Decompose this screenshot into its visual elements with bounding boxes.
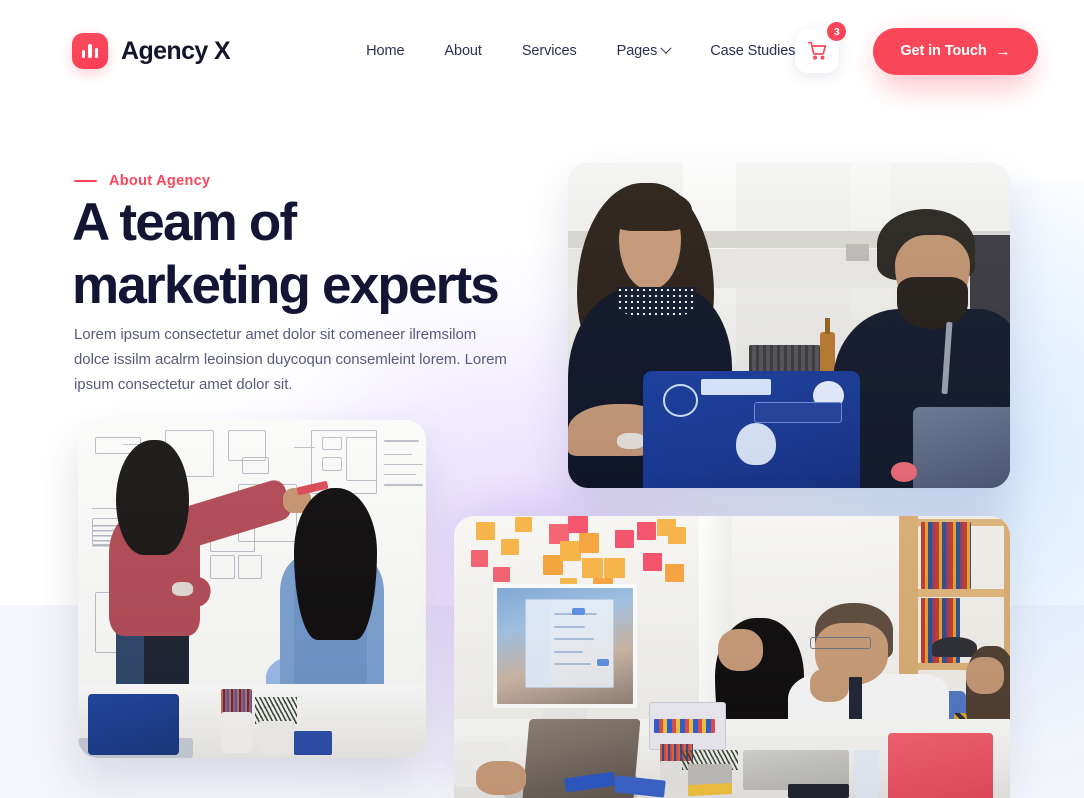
eyebrow-label: About Agency: [109, 173, 211, 189]
eyebrow-dash-icon: [74, 179, 97, 183]
photo-colleagues-at-desk: [568, 163, 1010, 488]
cart-badge-count: 3: [827, 22, 847, 41]
brand-logo[interactable]: Agency X: [63, 27, 231, 79]
nav-item-services[interactable]: Services: [522, 43, 577, 59]
photo-meeting-room: [454, 516, 1010, 798]
header-actions: 3 Get in Touch →: [795, 22, 1038, 89]
cart-button[interactable]: 3: [795, 22, 847, 73]
arrow-right-icon: →: [995, 42, 1011, 60]
page-title: A team of marketing experts: [72, 196, 542, 312]
photo-whiteboard-session: [78, 420, 426, 758]
brand-name: Agency X: [121, 36, 231, 65]
nav-label: Home: [366, 43, 405, 59]
site-header: Agency X Home About Services Pages Case …: [0, 0, 1084, 102]
nav-label: Case Studies: [710, 43, 796, 59]
cta-wrapper: Get in Touch →: [873, 27, 1038, 89]
hero-paragraph: Lorem ipsum consectetur amet dolor sit c…: [74, 326, 507, 393]
nav-item-home[interactable]: Home: [366, 43, 404, 59]
section-eyebrow: About Agency: [74, 173, 210, 189]
main-navigation: Home About Services Pages Case Studies: [366, 42, 795, 59]
nav-item-case-studies[interactable]: Case Studies: [710, 43, 795, 59]
nav-label: Pages: [616, 43, 658, 59]
nav-item-pages[interactable]: Pages: [616, 42, 672, 59]
logo-mark: [63, 27, 117, 79]
headline-line-2: marketing experts: [72, 256, 500, 315]
nav-item-about[interactable]: About: [444, 43, 482, 59]
nav-label: Services: [521, 43, 577, 59]
bar-chart-icon: [72, 33, 108, 69]
chevron-down-icon: [660, 42, 672, 54]
cta-label: Get in Touch: [900, 43, 987, 59]
about-section: About Agency A team of marketing experts…: [0, 0, 1084, 798]
headline-line-1: A team of: [72, 193, 297, 252]
nav-label: About: [444, 43, 482, 59]
shopping-cart-icon: [807, 41, 827, 60]
get-in-touch-button[interactable]: Get in Touch →: [873, 27, 1038, 75]
